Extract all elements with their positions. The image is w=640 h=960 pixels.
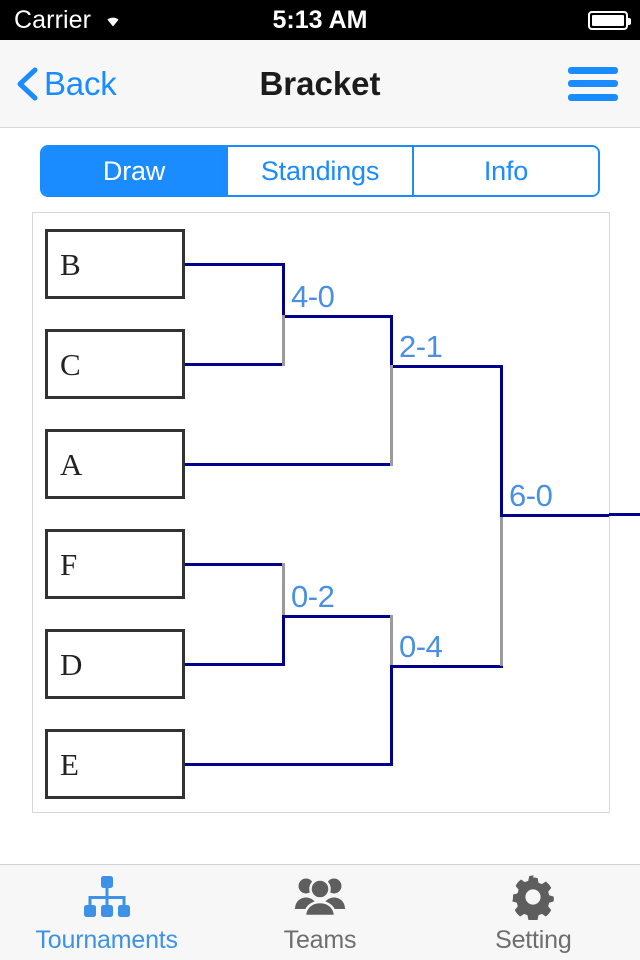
team-name: F xyxy=(60,546,78,582)
connector-fd-upper-stub xyxy=(282,563,285,615)
score-label-round1-top: 4-0 xyxy=(291,279,335,314)
team-name: B xyxy=(60,246,81,282)
bracket-panel: B C A F D E 4-0 2-1 0-2 0-4 6-0 xyxy=(32,212,610,813)
score-label-round2-top: 2-1 xyxy=(399,329,443,364)
connector-semi-bottom-winner xyxy=(393,665,503,668)
connector-fd-lower xyxy=(282,615,285,666)
score-label-final: 6-0 xyxy=(509,478,553,513)
tab-info[interactable]: Info xyxy=(412,147,598,195)
segmented-control-container: Draw Standings Info xyxy=(0,128,640,197)
team-box-e[interactable]: E xyxy=(45,729,185,799)
connector-semi-bottom-upper-stub xyxy=(390,615,393,667)
connector-semi-top-upper xyxy=(390,315,393,367)
tab-bar-item-tournaments[interactable]: Tournaments xyxy=(0,865,213,960)
org-chart-icon xyxy=(81,874,133,920)
connector-c xyxy=(185,363,285,366)
back-button-label: Back xyxy=(44,64,117,102)
team-name: C xyxy=(60,346,81,382)
status-bar-left: Carrier xyxy=(14,6,126,35)
status-bar: Carrier 5:13 AM xyxy=(0,0,640,40)
score-label-round2-bottom: 0-4 xyxy=(399,629,443,664)
navigation-bar: Back Bracket xyxy=(0,40,640,128)
team-box-b[interactable]: B xyxy=(45,229,185,299)
connector-bc-winner xyxy=(285,315,393,318)
connector-a xyxy=(185,463,393,466)
tab-bar-label: Setting xyxy=(495,926,572,954)
connector-e xyxy=(185,763,393,766)
connector-final-lower-stub xyxy=(500,514,503,666)
carrier-label: Carrier xyxy=(14,5,92,34)
team-name: D xyxy=(60,646,83,682)
team-name: A xyxy=(60,446,83,482)
connector-semi-bottom-lower xyxy=(390,665,393,766)
team-box-c[interactable]: C xyxy=(45,329,185,399)
connector-f xyxy=(185,563,285,566)
battery-full-icon xyxy=(588,10,631,30)
gear-icon xyxy=(510,874,556,920)
chevron-left-icon xyxy=(16,67,38,101)
tab-bar-label: Teams xyxy=(283,926,357,954)
tab-bar-item-setting[interactable]: Setting xyxy=(427,865,640,960)
tab-bar-item-teams[interactable]: Teams xyxy=(213,865,426,960)
connector-bc-upper xyxy=(282,263,285,315)
team-box-d[interactable]: D xyxy=(45,629,185,699)
connector-final-upper xyxy=(500,365,503,517)
wifi-icon xyxy=(100,6,126,35)
connector-semi-top-winner xyxy=(393,365,503,368)
connector-semi-top-lower-stub xyxy=(390,365,393,466)
connector-bc-lower-stub xyxy=(282,315,285,366)
tab-standings[interactable]: Standings xyxy=(226,147,412,195)
score-label-round1-bottom: 0-2 xyxy=(291,579,335,614)
people-group-icon xyxy=(294,874,346,920)
tab-bar-label: Tournaments xyxy=(35,926,179,954)
connector-d xyxy=(185,663,285,666)
hamburger-menu-icon[interactable] xyxy=(568,66,618,101)
team-box-a[interactable]: A xyxy=(45,429,185,499)
status-bar-right xyxy=(588,10,631,30)
connector-fd-winner xyxy=(285,615,393,618)
tab-draw[interactable]: Draw xyxy=(42,147,226,195)
connector-b xyxy=(185,263,285,266)
connector-champion xyxy=(500,514,609,517)
back-button[interactable]: Back xyxy=(16,65,117,103)
connector-champion-overflow xyxy=(609,513,640,516)
bottom-tab-bar: Tournaments Teams Setting xyxy=(0,864,640,960)
bracket-diagram: B C A F D E 4-0 2-1 0-2 0-4 6-0 xyxy=(33,213,609,812)
team-box-f[interactable]: F xyxy=(45,529,185,599)
team-name: E xyxy=(60,746,79,782)
segmented-control: Draw Standings Info xyxy=(40,145,600,197)
